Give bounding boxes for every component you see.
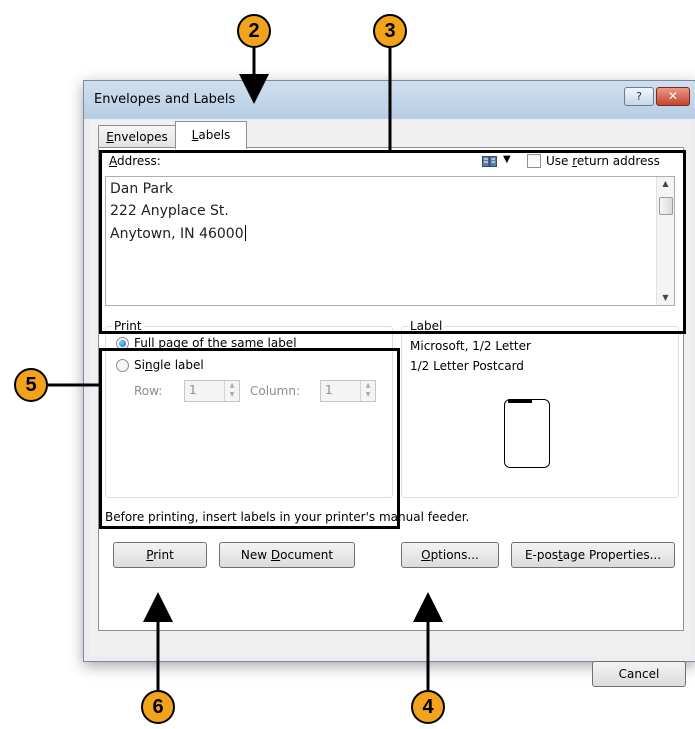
callout-2: 2 [237,14,271,48]
callout-4: 4 [411,690,445,724]
callout-arrows [48,48,443,690]
tab-labels-label: abels [198,128,231,142]
callout-6: 6 [141,690,175,724]
callout-3: 3 [373,14,407,48]
tab-labels[interactable]: Labels [175,121,247,149]
callout-5: 5 [14,368,48,402]
